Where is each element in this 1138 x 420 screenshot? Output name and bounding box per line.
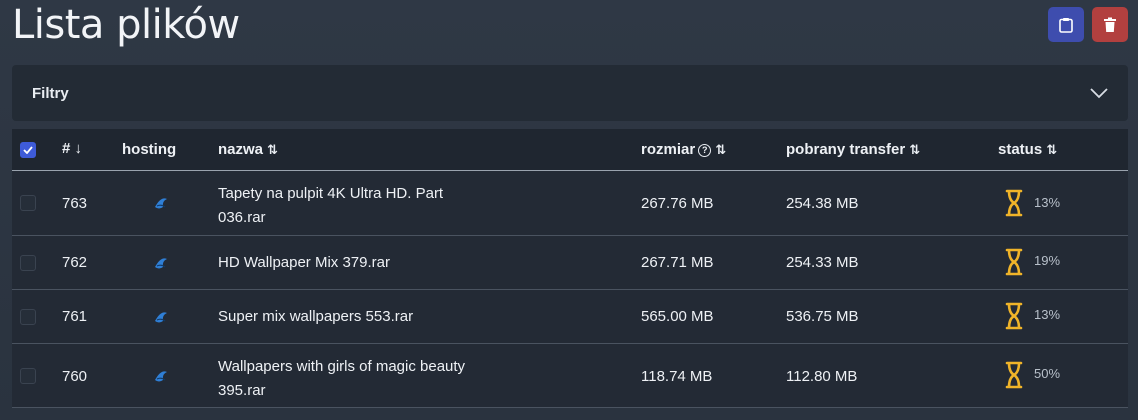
downloaded-transfer: 536.75 MB bbox=[786, 308, 859, 325]
file-name[interactable]: Tapety na pulpit 4K Ultra HD. Part 036.ra… bbox=[218, 182, 443, 230]
table-row[interactable]: 762 HD Wallpaper Mix 379.rar 267.71 MB 2… bbox=[12, 236, 1128, 290]
table-row[interactable]: 761 Super mix wallpapers 553.rar 565.00 … bbox=[12, 290, 1128, 344]
progress-percent: 19% bbox=[1034, 253, 1061, 268]
row-id: 760 bbox=[62, 368, 88, 385]
files-table: # ↓ hosting nazwa ⇅ rozmiar? ⇅ pobrany tra… bbox=[12, 129, 1128, 408]
delete-button[interactable] bbox=[1092, 7, 1128, 42]
downloaded-transfer: 254.33 MB bbox=[786, 254, 859, 271]
hosting-logo-icon bbox=[152, 368, 170, 388]
column-header-index[interactable]: # ↓ bbox=[62, 140, 82, 157]
hosting-logo-icon bbox=[152, 309, 170, 329]
column-header-transfer[interactable]: pobrany transfer ⇅ bbox=[786, 141, 920, 158]
column-header-name[interactable]: nazwa ⇅ bbox=[218, 141, 278, 158]
hosting-logo-icon bbox=[152, 255, 170, 275]
clipboard-icon bbox=[1059, 17, 1073, 33]
column-header-size[interactable]: rozmiar? ⇅ bbox=[641, 141, 726, 158]
hourglass-icon bbox=[1004, 302, 1024, 334]
trash-icon bbox=[1104, 17, 1116, 32]
row-checkbox[interactable] bbox=[20, 368, 36, 388]
header-actions bbox=[1048, 7, 1128, 42]
row-checkbox[interactable] bbox=[20, 255, 36, 275]
hourglass-icon bbox=[1004, 361, 1024, 393]
row-id: 761 bbox=[62, 308, 88, 325]
row-id: 762 bbox=[62, 254, 88, 271]
row-id: 763 bbox=[62, 195, 88, 212]
clipboard-button[interactable] bbox=[1048, 7, 1084, 42]
question-circle-icon[interactable]: ? bbox=[698, 143, 712, 157]
progress-percent: 50% bbox=[1034, 366, 1061, 381]
sort-icon: ⇅ bbox=[715, 142, 727, 157]
file-size: 118.74 MB bbox=[641, 368, 713, 385]
filters-label: Filtry bbox=[32, 84, 69, 102]
column-header-status[interactable]: status ⇅ bbox=[998, 141, 1057, 158]
file-size: 565.00 MB bbox=[641, 308, 714, 325]
file-name[interactable]: HD Wallpaper Mix 379.rar bbox=[218, 254, 390, 271]
hourglass-icon bbox=[1004, 248, 1024, 280]
table-row[interactable]: 763 Tapety na pulpit 4K Ultra HD. Part 03… bbox=[12, 171, 1128, 236]
file-name[interactable]: Super mix wallpapers 553.rar bbox=[218, 308, 413, 325]
downloaded-transfer: 254.38 MB bbox=[786, 195, 859, 212]
page-title: Lista plików bbox=[12, 2, 240, 48]
sort-desc-icon: ↓ bbox=[74, 140, 83, 157]
column-header-hosting: hosting bbox=[122, 141, 177, 158]
sort-icon: ⇅ bbox=[1046, 142, 1058, 157]
chevron-down-icon[interactable] bbox=[1090, 87, 1108, 99]
select-all-checkbox[interactable] bbox=[20, 142, 36, 158]
row-checkbox[interactable] bbox=[20, 309, 36, 329]
progress-percent: 13% bbox=[1034, 195, 1061, 210]
downloaded-transfer: 112.80 MB bbox=[786, 368, 858, 385]
file-name[interactable]: Wallpapers with girls of magic beauty 395… bbox=[218, 355, 465, 403]
file-size: 267.76 MB bbox=[641, 195, 714, 212]
file-size: 267.71 MB bbox=[641, 254, 714, 271]
row-checkbox[interactable] bbox=[20, 195, 36, 215]
hosting-logo-icon bbox=[152, 195, 170, 215]
progress-percent: 13% bbox=[1034, 307, 1061, 322]
sort-icon: ⇅ bbox=[909, 142, 921, 157]
table-row[interactable]: 760 Wallpapers with girls of magic beaut… bbox=[12, 344, 1128, 408]
table-header: # ↓ hosting nazwa ⇅ rozmiar? ⇅ pobrany tra… bbox=[12, 129, 1128, 171]
sort-icon: ⇅ bbox=[267, 142, 278, 157]
hourglass-icon bbox=[1004, 189, 1024, 221]
filters-panel[interactable]: Filtry bbox=[12, 65, 1128, 121]
